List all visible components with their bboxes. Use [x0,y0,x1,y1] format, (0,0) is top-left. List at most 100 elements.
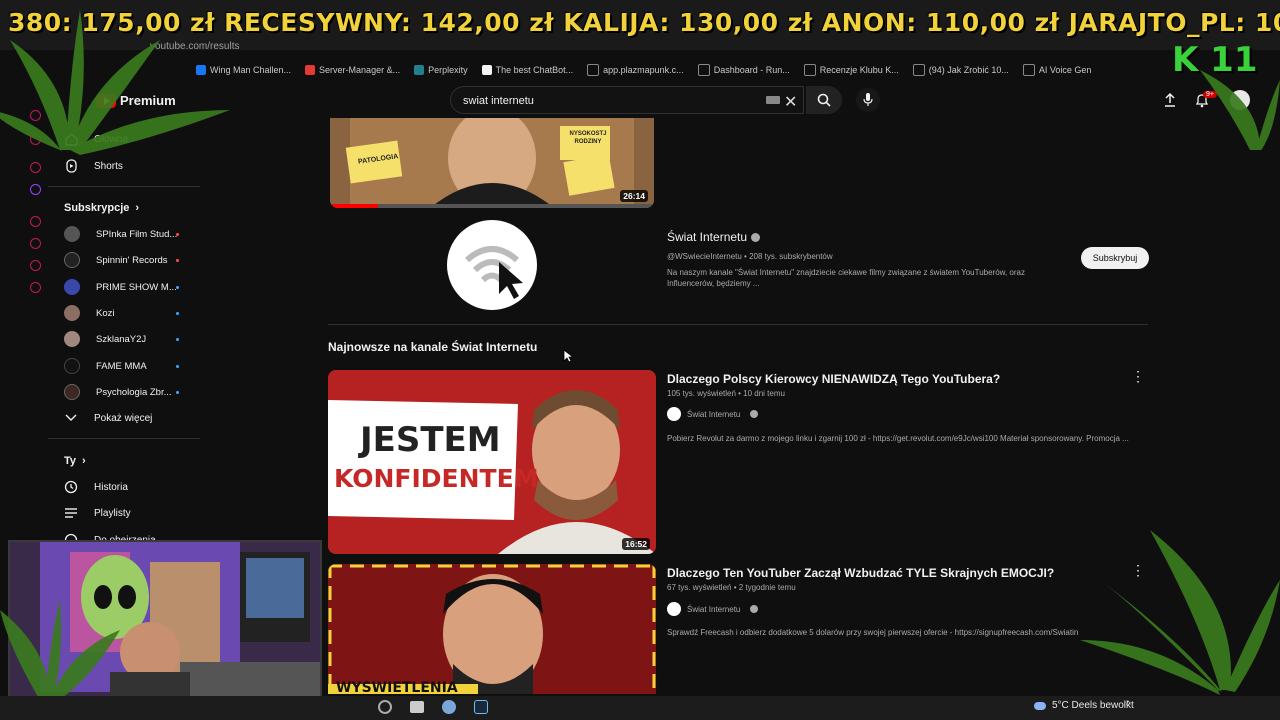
sidebar-item-home[interactable]: Główna [64,128,128,150]
thumbnail-text: KONFIDENTEM [334,464,539,493]
channel-avatar [667,407,681,421]
streamer-webcam [8,540,322,714]
upload-icon[interactable] [1162,92,1178,113]
page-icon [803,64,816,76]
weather-widget[interactable]: 5°C Deels bewolkt [1034,700,1134,711]
more-options-icon[interactable]: ⋮ [1131,368,1145,385]
channel-name-row[interactable]: Świat Internetu [667,230,761,244]
sidebar-item-history[interactable]: Historia [64,476,128,498]
channel-avatar [64,331,80,347]
bookmark-item[interactable]: AI Voice Gen [1022,64,1091,76]
address-bar-url[interactable]: youtube.com/results [150,41,240,52]
video-thumbnail[interactable]: PATOLOGIA NYSOKOSTJ RODZINY 26:14 [330,118,654,208]
video-channel-row[interactable]: Świat Internetu [667,602,759,616]
account-avatar[interactable] [1230,90,1250,110]
bookmark-item[interactable]: Recenzje Klubu K... [803,64,899,76]
video-title[interactable]: Dlaczego Ten YouTuber Zaczął Wzbudzać TY… [667,566,1054,580]
new-content-dot [176,312,179,315]
bookmark-item[interactable]: Perplexity [414,65,468,75]
strip-icon[interactable] [30,162,41,173]
channel-avatar [64,252,80,268]
steam-icon[interactable] [474,700,488,714]
bookmark-icon [414,65,425,75]
subscription-item[interactable]: PRIME SHOW M... [64,276,177,298]
subscription-item[interactable]: Spinnin' Records [64,249,168,271]
notification-count-badge: 9+ [1203,91,1217,98]
duration-badge: 16:52 [622,538,650,550]
folder-icon[interactable] [410,701,424,713]
subscription-item[interactable]: SPInka Film Stud... [64,223,177,245]
subscription-item[interactable]: FAME MMA [64,355,147,377]
chevron-up-icon[interactable]: ^ [1126,700,1131,711]
bookmarks-bar: Wing Man Challen... Server-Manager &... … [0,58,1280,82]
wifi-cursor-icon [465,246,523,299]
bookmark-item[interactable]: (94) Jak Zrobić 10... [912,64,1009,76]
youtube-logo[interactable]: Premium [96,93,176,108]
bookmark-icon [305,65,316,75]
chrome-icon[interactable] [378,700,392,714]
strip-icon[interactable] [30,134,41,145]
video-description: Pobierz Revolut za darmo z mojego linku … [667,434,1129,443]
shorts-icon [64,159,78,173]
sidebar-divider [48,186,200,187]
voice-search-button[interactable] [856,88,880,112]
video-title[interactable]: Dlaczego Polscy Kierowcy NIENAWIDZĄ Tego… [667,372,1000,386]
search-icon [817,93,831,107]
video-thumbnail[interactable]: JESTEM KONFIDENTEM 16:52 [328,370,656,554]
you-heading[interactable]: Ty › [64,455,86,467]
keyboard-icon[interactable] [766,96,780,104]
section-divider [328,324,1148,325]
new-content-dot [176,286,179,289]
channel-avatar [64,358,80,374]
search-input[interactable] [461,92,755,110]
thumbnail-text: WYŚWIETLENIA [336,680,458,694]
video-channel-row[interactable]: Świat Internetu [667,407,759,421]
show-more-button[interactable]: Pokaż więcej [64,407,152,429]
channel-handle: @WSwiecieInternetu • 208 tys. subskryben… [667,252,833,261]
search-box [450,86,804,114]
strip-icon[interactable] [30,238,41,249]
bookmark-item[interactable]: The best ChatBot... [481,65,573,75]
strip-icon[interactable] [30,282,41,293]
subscription-item[interactable]: SzklanaY2J [64,328,146,350]
strip-icon[interactable] [30,260,41,271]
youtube-play-icon [96,93,116,108]
channel-avatar [64,305,80,321]
channel-avatar-large[interactable] [447,220,537,310]
section-title: Najnowsze na kanale Świat Internetu [328,340,538,354]
bookmark-item[interactable]: Dashboard - Run... [697,64,790,76]
strip-icon[interactable] [30,216,41,227]
sidebar-item-playlists[interactable]: Playlisty [64,502,131,524]
channel-avatar [64,226,80,242]
sidebar-item-shorts[interactable]: Shorts [64,155,123,177]
chevron-right-icon: › [135,202,140,214]
bookmark-icon [481,65,492,75]
video-thumbnail[interactable]: WYŚWIETLENIA [328,564,656,694]
video-description: Sprawdź Freecash i odbierz dodatkowe 5 d… [667,628,1079,637]
live-indicator [176,259,179,262]
close-icon[interactable]: ✕ [784,92,797,112]
bookmark-item[interactable]: app.plazmapunk.c... [587,64,684,76]
ticker-text: 380: 175,00 zł RECESYWNY: 142,00 zł KALI… [8,8,1280,37]
subscribe-button[interactable]: Subskrybuj [1081,247,1149,269]
page-icon [912,64,925,76]
channel-name: Świat Internetu [667,230,748,244]
subscription-item[interactable]: Psychologia Zbr... [64,381,172,403]
app-icon[interactable] [442,700,456,714]
verified-icon [750,410,759,418]
sticky-note-label: NYSOKOSTJ RODZINY [569,131,607,145]
video-channel-name: Świat Internetu [687,604,741,614]
bookmark-item[interactable]: Wing Man Challen... [196,65,291,75]
video-meta: 67 tys. wyświetleń • 2 tygodnie temu [667,583,796,592]
subscription-item[interactable]: Kozi [64,302,114,324]
twitch-icon[interactable] [30,184,41,195]
thumbnail-image [328,564,656,694]
thumbnail-image [328,370,656,554]
subscriptions-heading[interactable]: Subskrypcje › [64,202,139,214]
strip-icon[interactable] [30,110,41,121]
cloud-icon [1034,701,1046,710]
bookmark-item[interactable]: Server-Manager &... [305,65,400,75]
search-button[interactable] [806,86,842,114]
more-options-icon[interactable]: ⋮ [1131,562,1145,579]
video-channel-name: Świat Internetu [687,409,741,419]
